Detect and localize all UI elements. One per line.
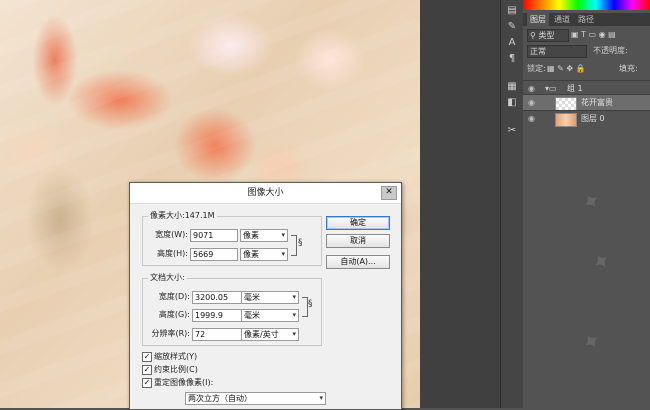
scale-styles-checkbox[interactable]: ✓ 缩放样式(Y) [142,351,242,363]
scale-styles-label: 缩放样式(Y) [154,352,198,361]
close-icon[interactable]: ✕ [381,186,397,200]
swatches-icon[interactable]: ▦ [504,80,520,94]
tools-icon[interactable]: ✂ [504,124,520,138]
doc-height-label: 高度(G): [158,310,190,319]
resolution-label: 分辨率(R): [151,329,191,338]
layer-thumbnail [555,97,577,111]
layer-name: 花开富贵 [581,98,613,107]
pixel-height-unit-select[interactable]: 像素 ▾ [240,248,288,261]
pixel-height-unit: 像素 [243,250,259,259]
visibility-eye-icon[interactable]: ◉ [528,111,538,127]
watermark-logo: ✦ [577,186,607,219]
lock-label: 锁定: [527,64,546,73]
resolution-unit-select[interactable]: 像素/英寸 ▾ [241,328,299,341]
watermark-logo: ✦ [577,326,607,359]
layer-row-selected[interactable]: ◉ 花开富贵 [523,94,650,111]
chevron-down-icon: ▾ [292,293,296,301]
pixel-dimensions-legend: 像素大小:147.1M [148,211,217,221]
doc-height-input[interactable]: 1999.9 [192,309,248,322]
dialog-title: 图像大小 [247,188,284,198]
resolution-unit: 像素/英寸 [244,330,279,339]
constrain-proportions-label: 约束比例(C) [154,365,198,374]
opacity-label: 不透明度: [593,46,628,55]
checkbox-check-icon: ✓ [142,378,152,388]
document-size-legend: 文档大小: [148,273,187,283]
cancel-button[interactable]: 取消 [326,234,390,248]
lock-icons[interactable]: ▦ ✎ ✥ 🔒 [547,63,586,75]
lock-row: 锁定: ▦ ✎ ✥ 🔒 填充: [527,63,646,75]
chevron-down-icon: ▾ [292,330,296,338]
image-size-dialog: 图像大小 ✕ 像素大小:147.1M 宽度(W): 9071 像素 ▾ 高度(H)… [129,182,402,410]
canvas-background [420,0,500,408]
doc-width-label: 宽度(D): [158,292,190,301]
link-chain-icon: § [298,238,303,248]
pixel-width-input[interactable]: 9071 [190,229,238,242]
resolution-input[interactable]: 72 [192,328,248,341]
doc-width-unit-select[interactable]: 毫米 ▾ [241,291,299,304]
doc-width-input[interactable]: 3200.05 [192,291,248,304]
doc-height-unit: 毫米 [244,311,260,320]
chevron-down-icon: ▾ [319,394,323,402]
pixel-width-label: 宽度(W): [155,230,188,239]
dialog-titlebar[interactable]: 图像大小 ✕ [130,183,401,204]
chevron-down-icon: ▾ [281,231,285,239]
layer-filter-select[interactable]: ⚲ 类型 [527,29,569,42]
paragraph-icon[interactable]: ¶ [504,52,520,66]
layer-filter-value: 类型 [538,31,555,40]
layer-name: 图层 0 [581,114,605,123]
visibility-eye-icon[interactable]: ◉ [528,95,538,111]
filter-icons[interactable]: ▣ T ▭ ◉ ▤ [571,29,616,41]
layer-thumbnail [555,113,577,127]
chevron-down-icon: ▾ [281,250,285,258]
ok-button[interactable]: 确定 [326,216,390,230]
character-icon[interactable]: A [504,36,520,50]
brush-settings-icon[interactable]: ✎ [504,20,520,34]
color-spectrum[interactable] [523,0,650,10]
blend-mode-select[interactable]: 正常 [527,45,587,58]
panel-tabs: 图层 通道 路径 [523,13,650,26]
link-chain-icon: § [308,299,313,309]
layers-panel: 图层 通道 路径 ⚲ 类型 ▣ T ▭ ◉ ▤ 正常 不透明度: 锁定: ▦ ✎… [523,0,650,408]
pixel-width-unit: 像素 [243,231,259,240]
resample-method-select[interactable]: 两次立方（自动） ▾ [185,392,326,405]
resample-label: 重定图像像素(I): [154,378,214,387]
pixel-height-label: 高度(H): [157,249,188,258]
pixel-height-input[interactable]: 5669 [190,248,238,261]
search-icon: ⚲ [530,31,536,40]
constrain-proportions-checkbox[interactable]: ✓ 约束比例(C) [142,364,242,376]
pixel-width-unit-select[interactable]: 像素 ▾ [240,229,288,242]
layer-filter-row: ⚲ 类型 ▣ T ▭ ◉ ▤ [527,29,646,42]
checkbox-check-icon: ✓ [142,352,152,362]
doc-width-unit: 毫米 [244,293,260,302]
panel-tool-strip: ▤ ✎ A ¶ ▦ ◧ ✂ [500,0,524,408]
history-icon[interactable]: ▤ [504,4,520,18]
auto-button[interactable]: 自动(A)... [326,255,390,269]
constrain-bracket [291,235,297,256]
adjustments-icon[interactable]: ◧ [504,96,520,110]
tab-layers[interactable]: 图层 [527,13,549,26]
doc-height-unit-select[interactable]: 毫米 ▾ [241,309,299,322]
blend-row: 正常 不透明度: [527,45,646,58]
tab-paths[interactable]: 路径 [575,13,597,26]
fill-label: 填充: [619,64,638,73]
tab-channels[interactable]: 通道 [551,13,573,26]
resample-checkbox[interactable]: ✓ 重定图像像素(I): [142,377,262,389]
checkbox-check-icon: ✓ [142,365,152,375]
watermark-logo: ✦ [587,246,617,279]
layer-row[interactable]: ◉ 图层 0 [523,110,650,127]
chevron-down-icon: ▾ [292,311,296,319]
resample-method-value: 两次立方（自动） [188,394,252,403]
